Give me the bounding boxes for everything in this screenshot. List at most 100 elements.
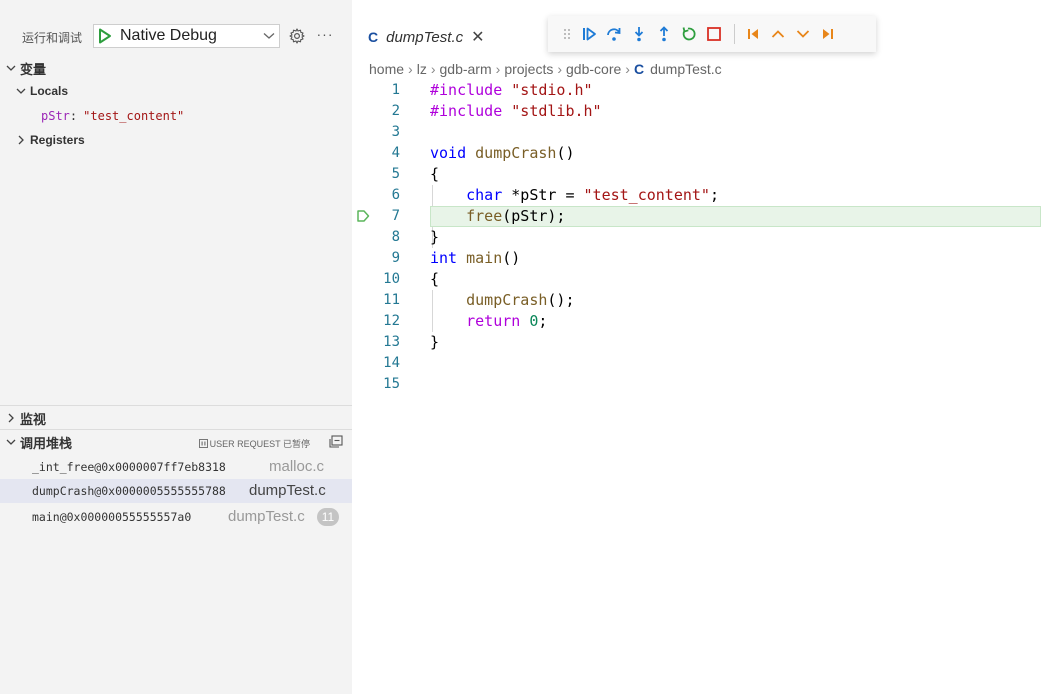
gear-icon[interactable]: [288, 27, 306, 45]
stack-frame-line-badge: 11: [317, 508, 339, 526]
jump-end-icon[interactable]: [818, 24, 838, 44]
callstack-title: 调用堆栈: [20, 435, 73, 451]
variables-section-header[interactable]: 变量: [0, 57, 352, 79]
chevron-right-icon: ›: [625, 61, 630, 77]
line-number[interactable]: 13: [352, 332, 400, 353]
close-icon[interactable]: ✕: [471, 27, 484, 47]
code-line-current[interactable]: 7 free(pStr);: [352, 206, 1041, 227]
breadcrumb-item[interactable]: lz: [417, 61, 427, 77]
stack-frame-name: main@0x00000055555557a0: [32, 510, 192, 524]
editor-pane: C dumpTest.c ✕ home › lz › gdb-arm › pro…: [352, 0, 1041, 694]
variables-title: 变量: [20, 61, 47, 77]
line-number[interactable]: 8: [352, 227, 400, 248]
stack-frame-file: dumpTest.c: [228, 508, 305, 525]
line-number[interactable]: 10: [352, 269, 400, 290]
tab-label: dumpTest.c: [386, 28, 464, 46]
code-line[interactable]: 8}: [352, 227, 1041, 248]
watch-section-header[interactable]: 监视: [0, 407, 352, 429]
code-line[interactable]: 3: [352, 122, 1041, 143]
chevron-right-icon: [2, 409, 20, 427]
line-number[interactable]: 12: [352, 311, 400, 332]
code-text: }: [430, 228, 440, 246]
code-line[interactable]: 5{: [352, 164, 1041, 185]
line-number[interactable]: 15: [352, 374, 400, 395]
line-number[interactable]: 9: [352, 248, 400, 269]
chevron-right-icon: ›: [557, 61, 563, 77]
code-text: return 0;: [466, 312, 548, 330]
run-debug-title: 运行和调试: [22, 31, 83, 45]
line-number[interactable]: 6: [352, 185, 400, 206]
more-actions-icon[interactable]: ···: [314, 24, 336, 46]
chevron-down-icon: [2, 59, 20, 77]
restart-icon[interactable]: [679, 24, 699, 44]
drag-grip-icon[interactable]: [560, 24, 574, 44]
watch-title: 监视: [20, 411, 47, 427]
locals-scope[interactable]: Locals: [0, 80, 352, 102]
code-line[interactable]: 12 return 0;: [352, 311, 1041, 332]
code-text: #include "stdlib.h": [430, 102, 602, 120]
code-line[interactable]: 15: [352, 374, 1041, 395]
breadcrumb-item[interactable]: gdb-arm: [440, 61, 492, 77]
variable-value: "test_content": [83, 109, 185, 123]
debug-toolbar: [548, 16, 876, 52]
variable-row[interactable]: pStr : "test_content": [0, 105, 352, 127]
code-text: }: [430, 333, 440, 351]
registers-scope[interactable]: Registers: [0, 129, 352, 151]
breadcrumb-item[interactable]: gdb-core: [566, 61, 621, 77]
chevron-right-icon: ›: [495, 61, 501, 77]
code-text: void dumpCrash(): [430, 144, 575, 162]
step-out-icon[interactable]: [654, 24, 674, 44]
step-into-icon[interactable]: [629, 24, 649, 44]
line-number[interactable]: 11: [352, 290, 400, 311]
locals-label: Locals: [30, 84, 69, 98]
step-over-icon[interactable]: [604, 24, 624, 44]
start-debug-icon[interactable]: [94, 25, 116, 47]
code-text: int main(): [430, 249, 521, 267]
code-line[interactable]: 13}: [352, 332, 1041, 353]
code-line[interactable]: 2 #include "stdlib.h": [352, 101, 1041, 122]
frame-down-icon[interactable]: [793, 24, 813, 44]
code-line[interactable]: 4 void dumpCrash(): [352, 143, 1041, 164]
jump-start-icon[interactable]: [743, 24, 763, 44]
code-line[interactable]: 11 dumpCrash();: [352, 290, 1041, 311]
section-divider: [0, 405, 352, 406]
breadcrumb-file[interactable]: dumpTest.c: [650, 61, 722, 77]
stack-frame-row-selected[interactable]: dumpCrash@0x0000005555555788 dumpTest.c: [0, 479, 352, 503]
line-number[interactable]: 7: [352, 206, 400, 227]
line-number[interactable]: 14: [352, 353, 400, 374]
code-line[interactable]: 9 int main(): [352, 248, 1041, 269]
code-text: #include "stdio.h": [430, 81, 593, 99]
stack-frame-name: _int_free@0x0000007ff7eb8318: [32, 460, 226, 474]
line-number[interactable]: 4: [352, 143, 400, 164]
stack-frame-file: malloc.c: [269, 458, 325, 475]
collapse-all-icon[interactable]: [328, 434, 344, 450]
code-line[interactable]: 10 {: [352, 269, 1041, 290]
debug-sidebar: 运行和调试 Native Debug ··· 变量 Locals pStr : …: [0, 0, 352, 694]
variable-name: pStr: [41, 109, 70, 123]
code-text: {: [430, 165, 440, 183]
code-text: free(pStr);: [466, 207, 566, 225]
callstack-section-header[interactable]: 调用堆栈 USER REQUEST 已暂停: [0, 431, 352, 453]
code-text: dumpCrash();: [466, 291, 575, 309]
line-number[interactable]: 3: [352, 122, 400, 143]
frame-up-icon[interactable]: [768, 24, 788, 44]
code-line[interactable]: 1 #include "stdio.h": [352, 80, 1041, 101]
code-text: char *pStr = "test_content";: [466, 186, 719, 204]
pause-reason-text: USER REQUEST 已暂停: [209, 439, 310, 449]
code-line[interactable]: 6 char *pStr = "test_content";: [352, 185, 1041, 206]
stack-frame-row[interactable]: _int_free@0x0000007ff7eb8318 malloc.c: [0, 455, 352, 479]
debug-config-select[interactable]: Native Debug: [93, 24, 280, 48]
continue-icon[interactable]: [579, 24, 599, 44]
code-line[interactable]: 14: [352, 353, 1041, 374]
run-debug-bar: 运行和调试 Native Debug ···: [0, 24, 352, 50]
line-number[interactable]: 5: [352, 164, 400, 185]
editor-tab-active[interactable]: C dumpTest.c ✕: [352, 22, 494, 52]
line-number[interactable]: 1: [352, 80, 400, 101]
breadcrumb-item[interactable]: home: [369, 61, 404, 77]
stack-frame-row[interactable]: main@0x00000055555557a0 dumpTest.c 11: [0, 505, 352, 529]
registers-label: Registers: [30, 133, 85, 147]
line-number[interactable]: 2: [352, 101, 400, 122]
stop-icon[interactable]: [704, 24, 724, 44]
breadcrumb-item[interactable]: projects: [504, 61, 553, 77]
chevron-down-icon: [12, 82, 30, 100]
